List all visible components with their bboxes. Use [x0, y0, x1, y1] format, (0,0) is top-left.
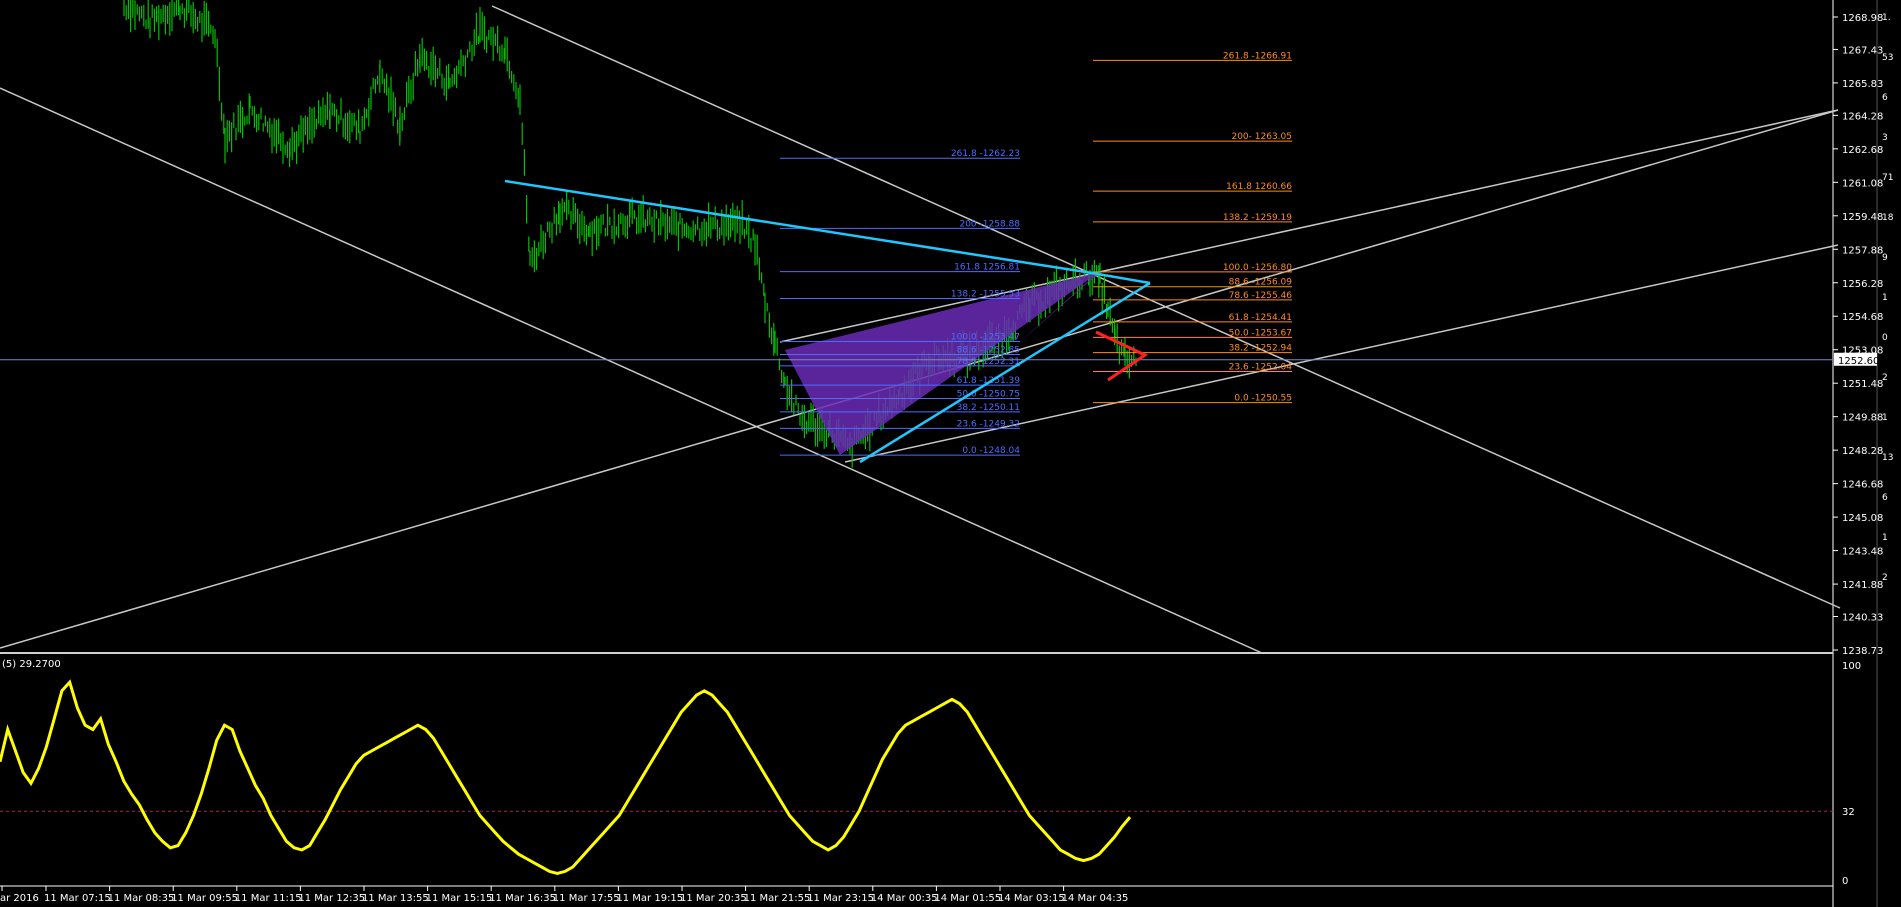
fib-level-label: 0.0 -1250.55 — [1234, 394, 1292, 404]
indicator-tick-label: 100 — [1842, 661, 1861, 672]
time-tick-label: 11 Mar 21:55 — [744, 893, 811, 904]
fib-level-label: 78.6 -1252.31 — [957, 357, 1020, 367]
time-tick-label: 11 Mar 17:55 — [553, 893, 620, 904]
time-tick-label: 11 Mar 07:15 — [44, 893, 111, 904]
price-tick-label: 1243.48 — [1842, 547, 1883, 558]
indicator-tick-label: 0 — [1842, 876, 1848, 887]
right-edge-label: 2 — [1882, 573, 1888, 583]
price-tick-label: 1265.83 — [1842, 79, 1883, 90]
price-tick-label: 1257.88 — [1842, 245, 1883, 256]
price-tick-label: 1267.43 — [1842, 45, 1883, 56]
right-edge-label: 13 — [1882, 453, 1893, 463]
right-edge-label: 1. — [1882, 13, 1891, 23]
time-tick-label: 11 Mar 11:15 — [235, 893, 302, 904]
time-tick-label: 11 Mar 19:15 — [616, 893, 683, 904]
time-tick-label: ar 2016 — [0, 893, 39, 904]
fib-level-label: 100.0 -1256.80 — [1223, 263, 1292, 273]
price-tick-label: 1240.33 — [1842, 613, 1883, 624]
time-tick-label: 11 Mar 20:35 — [680, 893, 747, 904]
right-edge-label: 18 — [1882, 213, 1894, 223]
fib-level-label: 38.2 -1252.94 — [1229, 344, 1293, 354]
fib-level-label: 100.0 -1253.47 — [951, 333, 1020, 343]
fib-level-label: 38.2 -1250.11 — [957, 403, 1020, 413]
right-edge-label: 3 — [1882, 133, 1888, 143]
price-tick-label: 1238.73 — [1842, 646, 1883, 657]
price-chart[interactable]: 261.8 -1262.23 200 -1258.88 161.8 1256.81 1… — [0, 0, 1901, 907]
fib-level-label: 61.8 -1251.39 — [957, 376, 1021, 386]
time-tick-label: 14 Mar 03:15 — [998, 893, 1065, 904]
time-tick-label: 14 Mar 00:35 — [871, 893, 938, 904]
fib-level-label: 50.0 -1253.67 — [1229, 328, 1292, 338]
fib-level-label: 78.6 -1255.46 — [1229, 291, 1293, 301]
fib-level-label: 161.8 1256.81 — [954, 263, 1020, 273]
indicator-label: (5) 29.2700 — [2, 659, 61, 670]
price-tick-label: 1253.08 — [1842, 346, 1883, 357]
chart-background — [0, 0, 1901, 907]
time-tick-label: 11 Mar 15:15 — [426, 893, 493, 904]
right-edge-label: 71 — [1882, 173, 1893, 183]
right-edge-label: 6 — [1882, 493, 1888, 503]
price-tick-label: 1256.28 — [1842, 279, 1883, 290]
fib-level-label: 261.8 -1266.91 — [1223, 51, 1292, 61]
fib-level-label: 88.6 -1256.09 — [1229, 278, 1293, 288]
right-edge-label: 1 — [1882, 293, 1888, 303]
time-tick-label: 11 Mar 09:55 — [171, 893, 238, 904]
fib-level-label: 88.6 -1252.85 — [957, 346, 1020, 356]
price-tick-label: 1246.68 — [1842, 480, 1883, 491]
price-tick-label: 1259.48 — [1842, 212, 1883, 223]
fib-level-label: 50.0 -1250.75 — [957, 389, 1020, 399]
price-tick-label: 1241.88 — [1842, 580, 1883, 591]
price-tick-label: 1245.08 — [1842, 513, 1883, 524]
fib-level-label: 23.6 -1249.32 — [957, 419, 1020, 429]
time-tick-label: 11 Mar 12:35 — [298, 893, 365, 904]
time-tick-label: 11 Mar 23:15 — [807, 893, 874, 904]
fib-level-label: 0.0 -1248.04 — [962, 446, 1020, 456]
fib-level-label: 200- 1263.05 — [1231, 132, 1292, 142]
price-tick-label: 1268.98 — [1842, 13, 1883, 24]
right-edge-label: 6 — [1882, 93, 1888, 103]
right-edge-label: 1 — [1882, 533, 1888, 543]
time-tick-label: 14 Mar 04:35 — [1062, 893, 1129, 904]
fib-level-label: 200 -1258.88 — [959, 219, 1020, 229]
price-tick-label: 1249.88 — [1842, 413, 1883, 424]
time-tick-label: 11 Mar 13:55 — [362, 893, 429, 904]
right-edge-label: 2 — [1882, 373, 1888, 383]
price-tick-label: 1262.68 — [1842, 145, 1883, 156]
time-tick-label: 11 Mar 08:35 — [108, 893, 175, 904]
time-tick-label: 14 Mar 01:55 — [934, 893, 1001, 904]
fib-level-label: 138.2 -1259.19 — [1223, 213, 1292, 223]
right-edge-label: 1 — [1882, 413, 1888, 423]
right-edge-label: 9 — [1882, 253, 1888, 263]
price-tick-label: 1264.28 — [1842, 111, 1883, 122]
fib-level-label: 138.2 -1255.53 — [951, 289, 1020, 299]
current-price-label: 1252.60 — [1838, 356, 1879, 367]
price-tick-label: 1254.68 — [1842, 312, 1883, 323]
fib-level-label: 61.8 -1254.41 — [1229, 313, 1292, 323]
indicator-tick-label: 32 — [1842, 807, 1855, 818]
time-tick-label: 11 Mar 16:35 — [489, 893, 556, 904]
price-tick-label: 1248.28 — [1842, 446, 1883, 457]
price-tick-label: 1261.08 — [1842, 178, 1883, 189]
fib-level-label: 261.8 -1262.23 — [951, 149, 1020, 159]
price-tick-label: 1251.48 — [1842, 379, 1883, 390]
fib-level-label: 23.6 -1252.04 — [1229, 362, 1293, 372]
right-edge-label: 0 — [1882, 333, 1888, 343]
right-edge-label: 53 — [1882, 53, 1893, 63]
fib-level-label: 161.8 1260.66 — [1226, 182, 1292, 192]
